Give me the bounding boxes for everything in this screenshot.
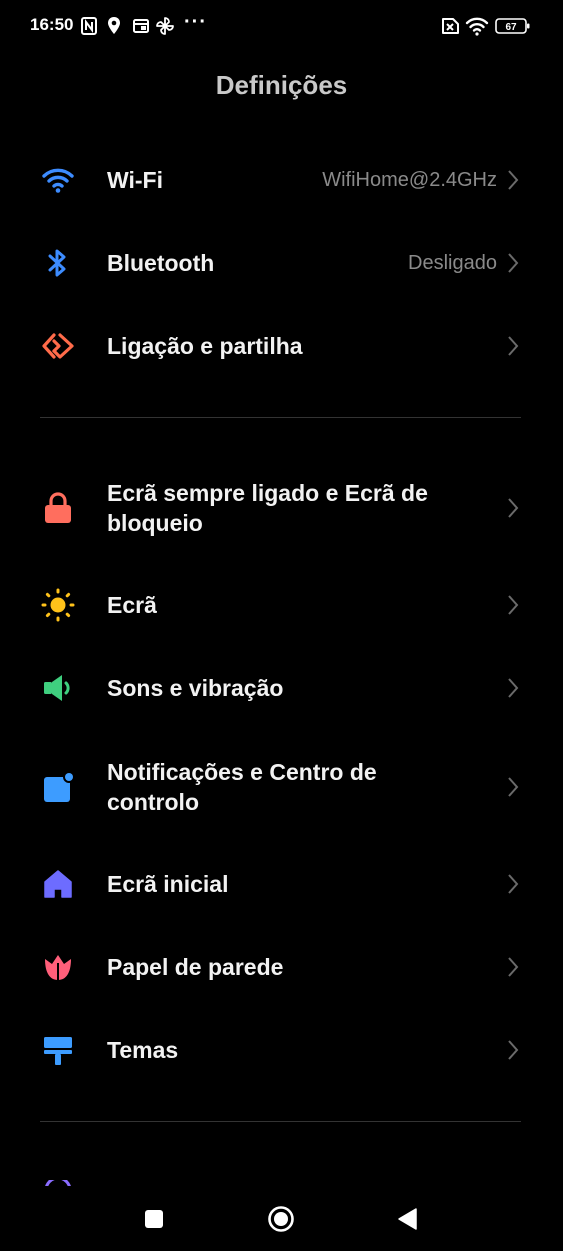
settings-item-display[interactable]: Ecrã	[0, 573, 563, 637]
notification-icon	[44, 771, 75, 802]
tulip-icon	[45, 955, 71, 980]
chevron-right-icon	[508, 253, 519, 273]
status-time: 16:50	[30, 15, 74, 34]
settings-item-connection-sharing[interactable]: Ligação e partilha	[0, 314, 563, 378]
wifi-network-value: WifiHome@2.4GHz	[322, 169, 497, 191]
paint-roller-icon	[44, 1037, 72, 1065]
status-bar: 16:50 ··· 67	[0, 0, 563, 54]
nfc-icon	[81, 17, 97, 35]
settings-item-wallpaper[interactable]: Papel de parede	[0, 935, 563, 999]
chevron-right-icon	[508, 336, 519, 356]
chevron-right-icon	[508, 957, 519, 977]
pinwheel-icon	[156, 17, 174, 35]
settings-item-lock-screen[interactable]: Ecrã sempre ligado e Ecrã de bloqueio	[0, 470, 563, 546]
chevron-right-icon	[508, 874, 519, 894]
home-icon	[44, 870, 72, 898]
settings-item-label: Temas	[107, 1037, 179, 1063]
chevron-right-icon	[508, 170, 519, 190]
section-divider	[40, 1121, 521, 1122]
wifi-icon	[42, 168, 74, 193]
bluetooth-status-value: Desligado	[408, 252, 497, 274]
screen-cast-icon	[133, 19, 149, 33]
settings-item-label: Ecrã	[107, 592, 157, 618]
chevron-right-icon	[508, 498, 519, 518]
bluetooth-icon	[48, 249, 66, 277]
settings-item-label: Papel de parede	[107, 954, 284, 980]
battery-icon: 67	[495, 18, 530, 34]
settings-item-label: Ecrã sempre ligado e Ecrã de bloqueio	[107, 480, 428, 536]
settings-item-sound-vibration[interactable]: Sons e vibração	[0, 656, 563, 720]
wifi-signal-icon	[465, 17, 489, 36]
settings-item-label: Ligação e partilha	[107, 333, 303, 359]
no-sim-icon	[442, 18, 459, 34]
speaker-icon	[44, 675, 70, 701]
settings-item-home-screen[interactable]: Ecrã inicial	[0, 852, 563, 916]
chevron-right-icon	[508, 777, 519, 797]
settings-item-label: Ecrã inicial	[107, 871, 229, 897]
home-button[interactable]	[266, 1204, 296, 1234]
navigation-bar	[0, 1186, 563, 1251]
chevron-right-icon	[508, 595, 519, 615]
location-icon	[108, 17, 120, 34]
settings-item-label: Notificações e Centro de controlo	[107, 759, 377, 815]
battery-level-text: 67	[505, 22, 517, 33]
settings-item-notifications[interactable]: Notificações e Centro de controlo	[0, 750, 563, 826]
sun-icon	[41, 588, 75, 622]
back-button[interactable]	[393, 1204, 423, 1234]
settings-item-themes[interactable]: Temas	[0, 1018, 563, 1082]
section-divider	[40, 417, 521, 418]
recents-button[interactable]	[139, 1204, 169, 1234]
chevron-right-icon	[508, 678, 519, 698]
chevron-right-icon	[508, 1040, 519, 1060]
settings-item-label: Sons e vibração	[107, 675, 284, 701]
connection-sharing-icon	[42, 333, 74, 359]
settings-item-wifi[interactable]: Wi-Fi WifiHome@2.4GHz	[0, 148, 563, 212]
settings-item-bluetooth[interactable]: Bluetooth Desligado	[0, 231, 563, 295]
page-title: Definições	[215, 70, 348, 100]
lock-icon	[45, 492, 71, 523]
more-indicator: ···	[184, 11, 207, 33]
